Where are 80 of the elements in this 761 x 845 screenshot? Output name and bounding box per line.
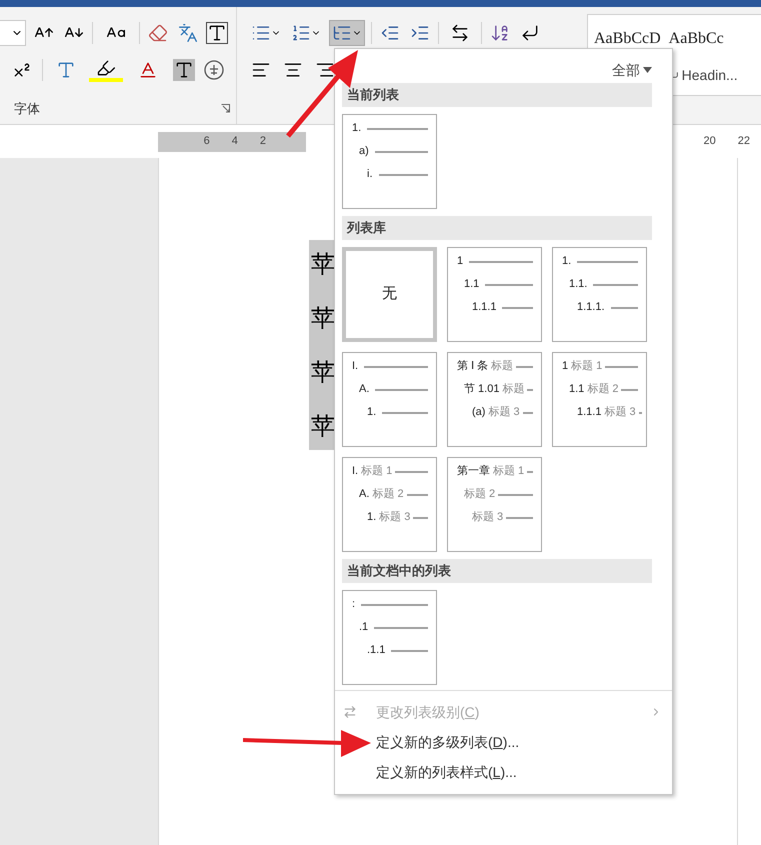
section-header: 列表库	[342, 216, 652, 240]
section-header: 当前列表	[342, 83, 652, 107]
ruler-number: 4	[232, 134, 238, 150]
list-number: I.	[352, 359, 358, 374]
heading-caption: 标题 1	[361, 464, 392, 480]
highlighter-icon[interactable]	[89, 58, 123, 82]
style-preview: AaBbCc	[668, 29, 725, 49]
list-style-tile[interactable]: 1. 1.1. 1.1.1.	[552, 247, 647, 342]
group-label: 字体	[14, 100, 40, 118]
list-number: :	[352, 597, 356, 612]
character-border-icon[interactable]	[206, 22, 228, 44]
change-level-icon	[343, 705, 357, 719]
heading-caption: 标题 3	[604, 405, 636, 420]
list-number: 1.	[562, 254, 572, 270]
list-number: .1.1	[367, 643, 386, 658]
list-number: 1.1.	[569, 277, 588, 292]
phonetic-guide-icon[interactable]	[176, 23, 200, 43]
heading-caption: 标题 2	[464, 487, 496, 502]
list-style-tile[interactable]: 第 Ⅰ 条 标题 节 1.01 标题 (a) 标题 3	[447, 352, 542, 447]
list-style-tile[interactable]: 1. a) i.	[342, 114, 437, 209]
list-number: 节 1.01	[464, 382, 500, 398]
menu-item[interactable]: 定义新的多级列表(D)...	[335, 727, 672, 757]
list-number: 1.1.1	[472, 300, 496, 316]
menu-item-label: 定义新的列表样式(L)...	[376, 762, 517, 782]
heading-caption: 标题 2	[372, 487, 404, 502]
document-text: 苹	[311, 303, 336, 334]
font-size-field[interactable]	[0, 20, 26, 46]
list-number: 1.1	[569, 382, 584, 398]
section-header: 当前文档中的列表	[342, 559, 652, 583]
list-style-tile[interactable]: I. 标题 1 A. 标题 2 1. 标题 3	[342, 457, 437, 552]
dialog-launcher-icon[interactable]	[221, 104, 230, 113]
list-number: 第 Ⅰ 条	[457, 359, 488, 374]
document-text: 苹	[311, 249, 336, 280]
list-style-tile[interactable]: 1 标题 1 1.1 标题 2 1.1.1 标题 3	[552, 352, 647, 447]
ruler-number: 22	[738, 134, 750, 150]
list-style-tile[interactable]: : .1 .1.1	[342, 590, 437, 685]
list-number: 1	[457, 254, 464, 270]
list-style-tile[interactable]: 第一章 标题 1 标题 2 标题 3	[447, 457, 542, 552]
list-number: 1.1.1	[577, 405, 602, 420]
heading-caption: 标题 1	[571, 359, 602, 374]
heading-caption: 标题 3	[472, 510, 504, 526]
heading-caption: 标题 1	[493, 464, 524, 480]
document-text: 苹	[311, 357, 336, 388]
list-style-tile[interactable]: 无	[342, 247, 437, 342]
list-number: .1	[359, 620, 368, 636]
document-text: 苹	[311, 411, 336, 442]
heading-caption: 标题 2	[587, 382, 618, 398]
ruler-number: 6	[204, 134, 210, 150]
list-number: A.	[359, 382, 370, 398]
list-number: (a)	[472, 405, 486, 420]
list-number: 1.	[352, 121, 362, 136]
list-number: i.	[367, 167, 372, 182]
dropdown-arrow-icon	[643, 67, 652, 73]
heading-caption: 标题	[502, 382, 524, 398]
list-number: 1.	[367, 405, 376, 420]
list-number: 1	[562, 359, 568, 374]
list-number: 1.1	[464, 277, 480, 292]
ruler-number: 20	[704, 134, 716, 150]
menu-item-label: 定义新的多级列表(D)...	[376, 732, 520, 752]
list-number: 1.	[367, 510, 376, 526]
list-number: 1.1.1.	[577, 300, 605, 316]
list-number: I.	[352, 464, 358, 480]
character-shading-icon[interactable]	[173, 59, 195, 81]
menu-item[interactable]: 定义新的列表样式(L)...	[335, 757, 672, 787]
list-number: a)	[359, 144, 369, 160]
circle-icon[interactable]	[203, 59, 225, 81]
style-preview: AaBbCcD	[594, 29, 661, 49]
multilevel-list-icon[interactable]	[329, 20, 365, 46]
heading-caption: 标题	[491, 359, 514, 374]
list-style-tile[interactable]: I. A. 1.	[342, 352, 437, 447]
style-caption: Headin...	[682, 66, 738, 85]
list-style-tile[interactable]: 1 1.1 1.1.1	[447, 247, 542, 342]
menu-item-label: 更改列表级别(C)	[376, 702, 480, 722]
filter-dropdown[interactable]: 全部	[612, 57, 652, 83]
ruler-number: 2	[260, 134, 266, 150]
list-number: 第一章	[457, 464, 490, 480]
list-number: A.	[359, 487, 370, 502]
heading-caption: 标题 3	[488, 405, 520, 420]
heading-caption: 标题 3	[379, 510, 410, 526]
eraser-icon[interactable]	[146, 23, 170, 43]
